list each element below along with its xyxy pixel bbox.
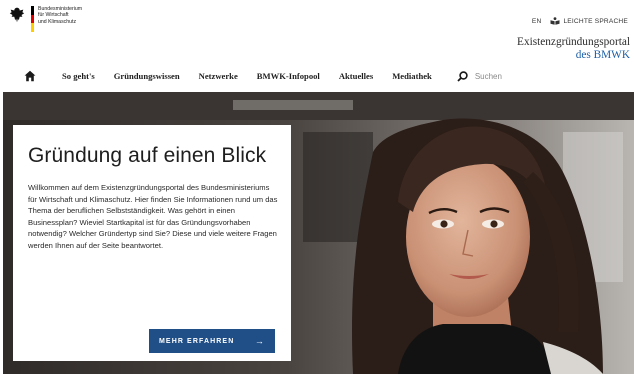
portal-title-sub: des BMWK [575, 48, 630, 61]
federal-eagle-icon [9, 7, 25, 23]
search-box [457, 70, 535, 82]
nav-item-so-gehts[interactable]: So geht's [62, 71, 95, 81]
hero-title: Gründung auf einen Blick [28, 144, 267, 167]
german-flag-stripe [31, 6, 34, 33]
arrow-right-icon: → [254, 336, 265, 346]
nav-item-gruendungswissen[interactable]: Gründungswissen [114, 71, 180, 81]
easy-language-label: LEICHTE SPRACHE [563, 17, 628, 25]
ministry-logo[interactable]: Bundesministerium für Wirtschaft und Kli… [8, 6, 108, 33]
language-switch-en[interactable]: EN [532, 18, 542, 25]
portal-title[interactable]: Existenzgründungsportal des BMWK [517, 36, 630, 61]
search-icon[interactable] [457, 70, 468, 82]
easy-language-link[interactable]: LEICHTE SPRACHE [550, 17, 628, 25]
nav-item-bmwk-infopool[interactable]: BMWK-Infopool [257, 71, 320, 81]
portal-title-main: Existenzgründungsportal [517, 36, 630, 48]
learn-more-button[interactable]: MEHR ERFAHREN → [149, 329, 275, 353]
site-header: Bundesministerium für Wirtschaft und Kli… [0, 0, 634, 92]
main-navigation: So geht's Gründungswissen Netzwerke BMWK… [24, 67, 535, 85]
learn-more-label: MEHR ERFAHREN [159, 337, 235, 345]
ministry-name: Bundesministerium für Wirtschaft und Kli… [38, 6, 108, 25]
easy-language-icon [550, 17, 560, 25]
home-icon[interactable] [24, 70, 36, 82]
hero-section: Gründung auf einen Blick Willkommen auf … [3, 92, 634, 374]
ministry-line: und Klimaschutz [38, 18, 77, 25]
nav-item-aktuelles[interactable]: Aktuelles [339, 71, 373, 81]
nav-item-netzwerke[interactable]: Netzwerke [199, 71, 238, 81]
hero-description: Willkommen auf dem Existenzgründungsport… [28, 183, 278, 250]
nav-item-mediathek[interactable]: Mediathek [392, 71, 432, 81]
meta-navigation: EN LEICHTE SPRACHE [532, 17, 628, 25]
hero-card: Gründung auf einen Blick Willkommen auf … [13, 125, 291, 361]
search-input[interactable] [474, 71, 535, 81]
